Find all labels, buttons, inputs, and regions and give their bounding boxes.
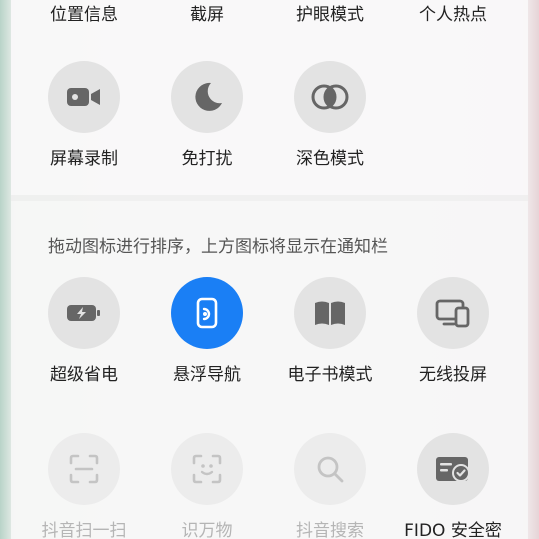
wireless-projection-tile[interactable] bbox=[417, 277, 489, 349]
tile-label-dark-mode: 深色模式 bbox=[296, 149, 364, 169]
scan-icon bbox=[69, 454, 99, 484]
tile-label-hotspot: 个人热点 bbox=[419, 5, 487, 25]
video-camera-icon bbox=[67, 88, 100, 106]
battery-saver-icon bbox=[67, 305, 100, 321]
section-divider bbox=[11, 195, 528, 201]
tile-label-eye-comfort: 护眼模式 bbox=[296, 5, 364, 25]
recognize-icon bbox=[192, 454, 222, 484]
tile-label-douyin-search: 抖音搜索 bbox=[296, 521, 364, 539]
tile-label-wireless-projection: 无线投屏 bbox=[419, 365, 487, 385]
dark-mode-tile[interactable] bbox=[294, 61, 366, 133]
tile-label-do-not-disturb: 免打扰 bbox=[181, 149, 233, 169]
fido-security-key-tile[interactable] bbox=[417, 433, 489, 505]
recognize-everything-tile[interactable] bbox=[171, 433, 243, 505]
screen-cast-icon bbox=[435, 299, 470, 328]
tile-label-super-power-saving: 超级省电 bbox=[50, 365, 118, 385]
ebook-mode-tile[interactable] bbox=[294, 277, 366, 349]
book-icon bbox=[315, 301, 345, 325]
tile-label-location: 位置信息 bbox=[50, 5, 118, 25]
do-not-disturb-tile[interactable] bbox=[171, 61, 243, 133]
tile-label-fido-security-key: FIDO 安全密 bbox=[404, 521, 502, 539]
floating-navigation-tile[interactable] bbox=[171, 277, 243, 349]
tile-label-ebook-mode: 电子书模式 bbox=[287, 365, 373, 385]
douyin-search-tile[interactable] bbox=[294, 433, 366, 505]
security-key-icon bbox=[436, 457, 470, 482]
tile-label-screenshot: 截屏 bbox=[190, 5, 224, 25]
douyin-scan-tile[interactable] bbox=[48, 433, 120, 505]
search-icon bbox=[317, 456, 344, 483]
tile-label-recognize-everything: 识万物 bbox=[181, 521, 233, 539]
super-power-saving-tile[interactable] bbox=[48, 277, 120, 349]
floating-navigation-icon bbox=[196, 297, 218, 329]
tile-label-floating-navigation: 悬浮导航 bbox=[173, 365, 241, 385]
tile-label-screen-record: 屏幕录制 bbox=[50, 149, 118, 169]
moon-icon bbox=[195, 82, 222, 111]
tile-label-douyin-scan: 抖音扫一扫 bbox=[41, 521, 127, 539]
screen-record-tile[interactable] bbox=[48, 61, 120, 133]
quick-settings-edit-panel: 位置信息 截屏 护眼模式 个人热点 屏幕录制 免打扰 深色模式 拖动图标进行排序… bbox=[11, 0, 528, 539]
sort-hint-text: 拖动图标进行排序，上方图标将显示在通知栏 bbox=[48, 237, 388, 257]
dark-mode-icon bbox=[311, 84, 349, 110]
